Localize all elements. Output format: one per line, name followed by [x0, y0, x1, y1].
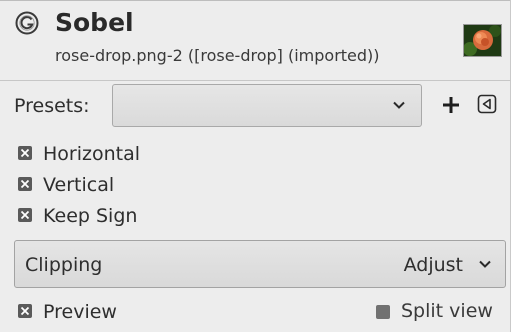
dialog-title: Sobel — [55, 8, 134, 37]
vertical-label: Vertical — [43, 174, 115, 196]
clipping-label: Clipping — [25, 254, 103, 276]
chevron-down-icon — [391, 97, 407, 113]
plus-icon — [438, 97, 464, 124]
horizontal-label: Horizontal — [43, 143, 141, 165]
checkbox-checked-icon — [18, 177, 32, 191]
gimp-filter-icon — [15, 11, 39, 35]
presets-label: Presets: — [14, 95, 90, 117]
presets-menu-button[interactable] — [477, 94, 497, 114]
split-view-checkbox[interactable] — [376, 305, 390, 319]
presets-dropdown[interactable] — [112, 84, 422, 127]
clipping-value: Adjust — [403, 254, 463, 276]
preview-label: Preview — [43, 301, 117, 323]
keep-sign-label: Keep Sign — [43, 205, 138, 227]
menu-triangle-icon — [477, 94, 497, 118]
image-subtitle: rose-drop.png-2 ([rose-drop] (imported)) — [55, 46, 380, 65]
checkbox-checked-icon — [18, 146, 32, 160]
header-separator — [0, 80, 511, 81]
dialog-header: Sobel rose-drop.png-2 ([rose-drop] (impo… — [0, 0, 511, 80]
checkbox-checked-icon — [18, 304, 32, 318]
checkbox-checked-icon — [18, 208, 32, 222]
chevron-down-icon — [477, 256, 493, 272]
split-view-label[interactable]: Split view — [401, 298, 493, 324]
add-preset-button[interactable] — [438, 90, 464, 120]
clipping-dropdown[interactable]: Clipping Adjust — [14, 240, 506, 288]
rose-thumbnail — [463, 24, 502, 57]
